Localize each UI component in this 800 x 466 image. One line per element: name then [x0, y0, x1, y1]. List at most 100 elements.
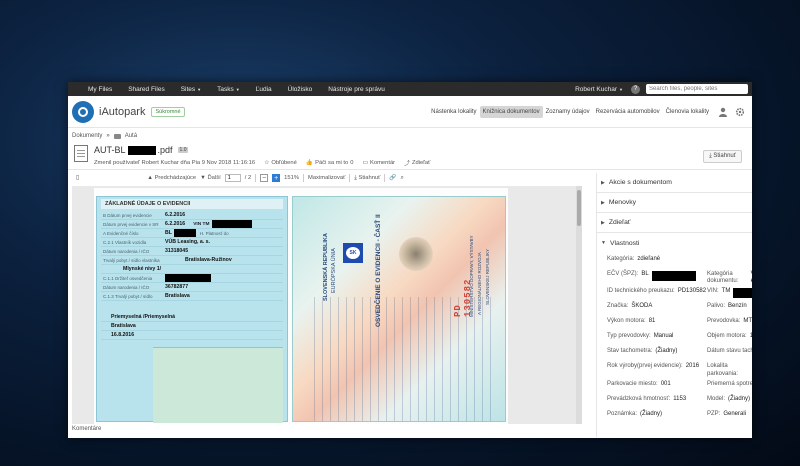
property-row: Značka: ŠKODA Palivo: Benzín	[607, 303, 752, 315]
viewer-download-button[interactable]: ⤓ Stiahnuť	[354, 175, 380, 182]
share-icon: ⤴	[404, 161, 410, 167]
nav-tasks[interactable]: Tasks ▼	[209, 82, 248, 96]
section-share[interactable]: ▶ Zdieľať	[597, 213, 752, 233]
share-action[interactable]: ⤴ Zdieľať	[404, 158, 430, 168]
property-cell: Typ prevodovky: Manual	[607, 333, 707, 340]
nav-repository[interactable]: Úložisko	[280, 82, 321, 96]
certificate-header: ZÁKLADNÉ ÚDAJE O EVIDENCII	[101, 199, 283, 209]
property-cell: Objem motora:1197	[707, 333, 752, 340]
version-badge: 1.0	[177, 147, 189, 153]
section-document-actions[interactable]: ▶ Akcie s dokumentom	[597, 173, 752, 193]
cert-row: C.1.3 Trvalý pobyt / sídlo Bratislava	[101, 292, 283, 301]
property-label: Rok výroby(prvej evidencie):	[607, 363, 683, 370]
zoom-level: 151%	[284, 175, 299, 181]
like-icon: 👍	[305, 159, 314, 166]
property-value: 2016	[685, 363, 700, 370]
property-cell: Poznámka: (Žiadny)	[607, 411, 707, 418]
certificate-part-2: EURÓPSKA ÚNIA SLOVENSKÁ REPUBLIKA SK OSV…	[292, 196, 506, 422]
help-icon[interactable]: ?	[631, 84, 640, 94]
site-logo	[72, 100, 94, 123]
property-cell: VIN: TM	[707, 288, 752, 299]
nav-admin-tools[interactable]: Nástroje pre správu	[320, 82, 393, 96]
comment-icon: ▭	[362, 159, 368, 166]
favorite-action[interactable]: ☆ Obľúbené	[264, 160, 297, 166]
gear-icon[interactable]	[734, 106, 746, 118]
chevron-right-icon: ▶	[601, 199, 605, 206]
section-tags[interactable]: ▶ Menovky	[597, 193, 752, 213]
search-input[interactable]	[649, 86, 737, 92]
like-action[interactable]: 👍 Páči sa mi to 0	[306, 160, 354, 166]
property-row: ID technického preukazu: PD130582 VIN: TM	[607, 288, 752, 300]
user-menu[interactable]: Robert Kuchar ▼	[567, 86, 631, 93]
property-label: Objem motora:	[707, 333, 747, 340]
property-value: zdieľané	[637, 256, 661, 262]
maximize-button[interactable]: Maximalizovať	[308, 175, 345, 181]
viewer-scrollbar[interactable]	[576, 186, 582, 424]
property-label: Prevodovka:	[707, 318, 741, 325]
property-value: Vlastníctvo a evidencia vozidla	[751, 271, 752, 285]
chevron-right-icon: ▶	[601, 219, 605, 226]
tab-dashboard[interactable]: Nástenka lokality	[428, 106, 479, 118]
sidebar-toggle-icon[interactable]: ▯	[76, 175, 79, 181]
cert-row: Priemyselná /Priemyselná	[101, 313, 283, 322]
property-cell: Parkovacie miesto: 001	[607, 381, 707, 388]
property-cell: Dátum stavu tachometra:(Žiadny)	[707, 348, 752, 355]
page-number-input[interactable]	[224, 174, 241, 182]
nav-people[interactable]: Ľudia	[248, 82, 280, 96]
property-label: PZP:	[707, 410, 721, 417]
star-icon: ☆	[264, 159, 270, 166]
search-icon[interactable]: ⌕	[401, 175, 404, 182]
property-row: EČV (ŠPZ):BLKategória dokumentu:Vlastníc…	[607, 271, 752, 285]
property-row: Kategória: zdieľané	[607, 256, 752, 268]
comment-action[interactable]: ▭ Komentár	[363, 160, 396, 166]
site-visibility-badge: Súkromné	[151, 106, 185, 117]
breadcrumb: Dokumenty » Autá	[68, 130, 752, 142]
cert-row: Mlynské nivy 1/	[101, 265, 283, 274]
user-add-icon[interactable]	[717, 106, 729, 118]
cert-row: C.2.1 Vlastník vozidla VÚB Leasing, a. s.	[101, 238, 283, 247]
zoom-out-button[interactable]: −	[260, 174, 269, 182]
property-label: Stav tachometra:	[607, 348, 653, 355]
modified-info: Zmenil používateľ Robert Kuchar dňa Pia …	[94, 159, 256, 166]
zoom-in-button[interactable]: +	[272, 174, 281, 182]
property-label: Model:	[707, 395, 726, 402]
tab-data-lists[interactable]: Zoznamy údajov	[543, 106, 593, 118]
cert-row: Dátum narodenia / IČO 31318045	[101, 247, 283, 256]
chevron-right-icon: ▶	[601, 179, 605, 186]
property-label: Poznámka:	[607, 410, 638, 417]
property-label: Parkovacie miesto:	[607, 380, 658, 387]
comments-heading: Komentáre	[72, 426, 102, 432]
property-cell: Model: (Žiadny)	[707, 396, 752, 403]
section-properties[interactable]: ▼Vlastnosti✎	[597, 233, 752, 253]
property-cell: PZP: Generali	[707, 411, 752, 418]
document-viewer[interactable]: ZÁKLADNÉ ÚDAJE O EVIDENCII B Dátum prvej…	[72, 186, 582, 424]
nav-shared-files[interactable]: Shared Files	[120, 82, 173, 96]
property-label: Značka:	[607, 303, 629, 310]
download-button[interactable]: ⤓ Stiahnuť	[703, 150, 742, 163]
nav-my-files[interactable]: My Files	[80, 82, 120, 96]
link-icon[interactable]: 🔗	[389, 175, 396, 181]
breadcrumb-folder[interactable]: Autá	[125, 133, 137, 139]
previous-page-button[interactable]: ▲ Predchádzajúce	[147, 175, 196, 181]
tab-site-members[interactable]: Členovia lokality	[663, 106, 712, 118]
property-value: 81	[648, 318, 656, 325]
property-label: EČV (ŠPZ):	[607, 271, 639, 277]
nav-sites[interactable]: Sites ▼	[173, 82, 209, 96]
property-cell: Kategória dokumentu: Vlastníctvo a eviden…	[707, 271, 752, 285]
breadcrumb-root[interactable]: Dokumenty	[72, 133, 102, 139]
cert-row: C.1.1 Držiteľ osvedčenia	[101, 274, 283, 283]
redaction-block	[651, 271, 696, 281]
next-page-button[interactable]: ▼ Ďalší	[200, 175, 221, 181]
property-cell: EČV (ŠPZ): BL	[607, 271, 707, 281]
chevron-down-icon: ▼	[601, 240, 606, 246]
tab-document-library[interactable]: Knižnica dokumentov	[479, 105, 543, 118]
caret-down-icon: ▼	[619, 86, 623, 92]
search-box[interactable]	[646, 84, 748, 94]
property-value: 1197	[749, 333, 752, 340]
property-label: Typ prevodovky:	[607, 333, 651, 340]
property-value: TM	[721, 288, 731, 295]
tab-car-reservation[interactable]: Rezervácia automobilov	[593, 106, 663, 118]
cert-row: Dátum prvej evidencie v SR 6.2.2016 VIN TM	[101, 220, 283, 229]
cert-row: A Evidenčné číslo BL H. Platnosť do	[101, 229, 283, 238]
top-navigation-bar: My Files Shared Files Sites ▼ Tasks ▼ Ľudi…	[68, 82, 752, 96]
